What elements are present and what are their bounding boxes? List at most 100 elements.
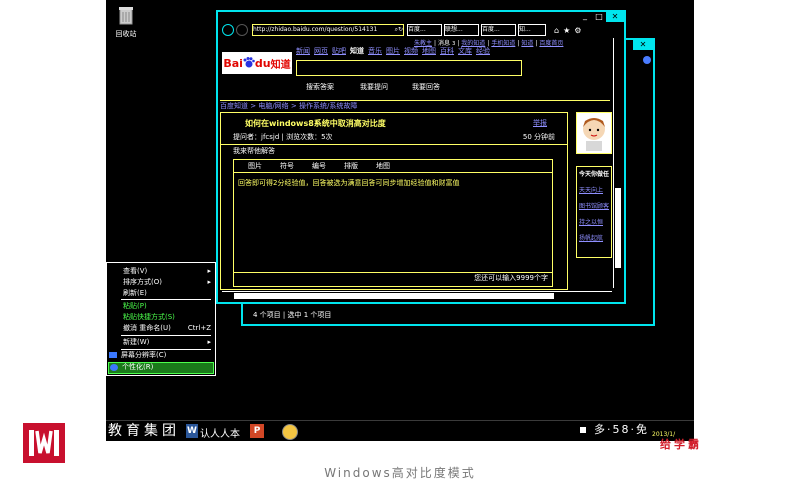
editor-placeholder: 回答即可得2分经验值，回答被选为满意回答可同步增加经验值和财富值 bbox=[238, 179, 460, 187]
card-divider bbox=[221, 144, 567, 145]
minimize-button[interactable]: _ bbox=[578, 12, 592, 22]
sidebar-title: 今天你做任 bbox=[579, 171, 610, 178]
settings-icon[interactable]: ⚙ bbox=[574, 26, 581, 35]
separator: | bbox=[535, 40, 538, 47]
my-zhidao-link[interactable]: 我的知道 bbox=[461, 40, 485, 48]
messages-link[interactable]: 消息 bbox=[438, 40, 450, 48]
sidebar-task-panel: 今天你做任 天天向上 图书馆顾客 持之以恒 扬帆起航 bbox=[576, 166, 612, 258]
browser-navbar: http://zhidao.baidu.com/question/514131 … bbox=[222, 24, 620, 36]
caption: Windows高对比度模式 bbox=[324, 466, 476, 480]
menu-item-screen-resolution[interactable]: 屏幕分辨率(C) bbox=[109, 351, 213, 360]
h-scrollbar-thumb[interactable] bbox=[234, 293, 554, 299]
taskbar-overlay-title: 教育集团 bbox=[108, 423, 180, 439]
answer-editor[interactable]: 图片 符号 编号 排版 地图 回答即可得2分经验值，回答被选为满意回答可同步增加… bbox=[233, 159, 553, 287]
ask-question-button[interactable]: 我要提问 bbox=[360, 83, 388, 92]
breadcrumb[interactable]: 百度知道 > 电脑/网络 > 操作系统/系统故障 bbox=[220, 102, 357, 111]
messages-count: 3 bbox=[452, 41, 456, 47]
word-icon[interactable]: W bbox=[186, 424, 198, 438]
user-name-link[interactable]: 朱教主 bbox=[414, 40, 432, 48]
zhidao-link[interactable]: 知道 bbox=[521, 40, 533, 48]
nav-video[interactable]: 视频 bbox=[404, 47, 418, 56]
points-label: 50 分钟前 bbox=[522, 133, 555, 141]
maximize-button[interactable]: □ bbox=[592, 12, 606, 22]
tab-2[interactable]: 百度... bbox=[481, 24, 516, 36]
logo-bai: Bai bbox=[223, 56, 243, 70]
favorites-icon[interactable]: ★ bbox=[563, 26, 570, 35]
baidu-logo[interactable]: Bai du 知道 bbox=[222, 52, 292, 74]
separator: | bbox=[517, 40, 520, 47]
close-button[interactable]: ✕ bbox=[606, 12, 624, 22]
tool-layout-button[interactable]: 排版 bbox=[344, 162, 358, 171]
forward-button[interactable] bbox=[236, 24, 248, 36]
nav-tieba[interactable]: 贴吧 bbox=[332, 47, 346, 56]
paint-icon[interactable] bbox=[282, 424, 298, 440]
address-bar[interactable]: http://zhidao.baidu.com/question/514131 … bbox=[252, 24, 404, 36]
personalize-icon bbox=[110, 363, 118, 371]
tab-3[interactable]: 知... bbox=[518, 24, 546, 36]
nav-jingyan[interactable]: 经验 bbox=[476, 47, 490, 56]
nav-map[interactable]: 地图 bbox=[422, 47, 436, 56]
menu-item-personalize[interactable]: 个性化(R) bbox=[108, 362, 214, 374]
nav-baike[interactable]: 百科 bbox=[440, 47, 454, 56]
taskbar: 教育集团 W 认人人本 P 多·58·免 2013/1/ bbox=[106, 420, 694, 441]
taskbar-app-label[interactable]: 认人人本 bbox=[200, 425, 240, 440]
refresh-icon[interactable]: ↻ bbox=[398, 25, 403, 35]
nav-music[interactable]: 音乐 bbox=[368, 47, 382, 56]
menu-item-new[interactable]: 新建(W) ▸ bbox=[123, 338, 211, 347]
mobile-zhidao-link[interactable]: 手机知道 bbox=[491, 40, 515, 48]
baidu-top-nav: 新闻 网页 贴吧 知道 音乐 图片 视频 地图 百科 文库 经验 bbox=[296, 47, 490, 56]
home-icon[interactable]: ⌂ bbox=[554, 26, 559, 35]
brand-logo-icon bbox=[29, 430, 59, 456]
scrollbar-thumb[interactable] bbox=[615, 188, 621, 268]
tab-0[interactable]: 百度... bbox=[407, 24, 442, 36]
sidebar-item[interactable]: 持之以恒 bbox=[579, 217, 611, 226]
avatar-icon bbox=[583, 118, 605, 151]
tool-map-button[interactable]: 地图 bbox=[376, 162, 390, 171]
tool-symbol-button[interactable]: 符号 bbox=[280, 162, 294, 171]
browser-window[interactable]: _ □ ✕ http://zhidao.baidu.com/question/5… bbox=[216, 10, 626, 304]
asker-line: 提问者：jfcsjd | 浏览次数：5次 bbox=[233, 133, 333, 141]
recycle-bin[interactable]: 回收站 bbox=[114, 4, 138, 39]
tray-text: 多·58·免 bbox=[594, 423, 649, 436]
baidu-home-link[interactable]: 百度首页 bbox=[539, 40, 563, 48]
desktop: 回收站 4 个项目 | 选中 1 个项目 ✕ _ □ ✕ http://zhid… bbox=[106, 0, 694, 440]
menu-item-undo-rename[interactable]: 撤消 重命名(U) Ctrl+Z bbox=[123, 324, 211, 333]
brand-mark: 给学霸 bbox=[660, 438, 702, 451]
menu-separator bbox=[121, 299, 211, 300]
explorer-close-button[interactable]: ✕ bbox=[633, 40, 653, 50]
tool-image-button[interactable]: 图片 bbox=[248, 162, 262, 171]
explorer-back-help-icon[interactable] bbox=[643, 56, 651, 64]
tray-flag-icon[interactable] bbox=[580, 427, 586, 433]
answer-button[interactable]: 我要回答 bbox=[412, 83, 440, 92]
vertical-scrollbar[interactable] bbox=[613, 38, 622, 288]
menu-item-view[interactable]: 查看(V) ▸ bbox=[123, 267, 211, 276]
nav-web[interactable]: 网页 bbox=[314, 47, 328, 56]
separator: | bbox=[457, 40, 460, 47]
nav-images[interactable]: 图片 bbox=[386, 47, 400, 56]
baidu-user-links: 朱教主 | 消息 3 | 我的知道 | 手机知道 | 知道 | 百度首页 bbox=[414, 40, 563, 48]
recycle-bin-label: 回收站 bbox=[115, 30, 137, 38]
menu-item-paste-shortcut[interactable]: 粘贴快捷方式(S) bbox=[123, 313, 175, 322]
report-link[interactable]: 举报 bbox=[533, 119, 547, 128]
tool-numbering-button[interactable]: 编号 bbox=[312, 162, 326, 171]
menu-item-sort[interactable]: 排序方式(O) ▸ bbox=[123, 278, 211, 287]
sidebar-item[interactable]: 天天向上 bbox=[579, 185, 611, 194]
search-answer-button[interactable]: 搜索答案 bbox=[306, 83, 334, 92]
tab-1[interactable]: 联想... bbox=[444, 24, 479, 36]
menu-item-refresh[interactable]: 刷新(E) bbox=[123, 289, 147, 298]
nav-zhidao[interactable]: 知道 bbox=[350, 47, 364, 56]
context-menu: 查看(V) ▸ 排序方式(O) ▸ 刷新(E) 粘贴(P) 粘贴快捷方式(S) 撤消… bbox=[106, 262, 216, 376]
sidebar-item[interactable]: 图书馆顾客 bbox=[579, 201, 611, 210]
sidebar-item[interactable]: 扬帆起航 bbox=[579, 233, 611, 242]
editor-toolbar-divider bbox=[234, 172, 552, 173]
recycle-bin-icon bbox=[119, 7, 133, 25]
separator: | bbox=[487, 40, 490, 47]
menu-item-paste[interactable]: 粘贴(P) bbox=[123, 302, 147, 311]
search-input[interactable] bbox=[296, 60, 522, 76]
nav-news[interactable]: 新闻 bbox=[296, 47, 310, 56]
question-title: 如何在windows8系统中取消高对比度 bbox=[245, 119, 386, 128]
back-button[interactable] bbox=[222, 24, 234, 36]
horizontal-scrollbar[interactable] bbox=[222, 291, 612, 300]
powerpoint-icon[interactable]: P bbox=[250, 424, 264, 438]
nav-wenku[interactable]: 文库 bbox=[458, 47, 472, 56]
